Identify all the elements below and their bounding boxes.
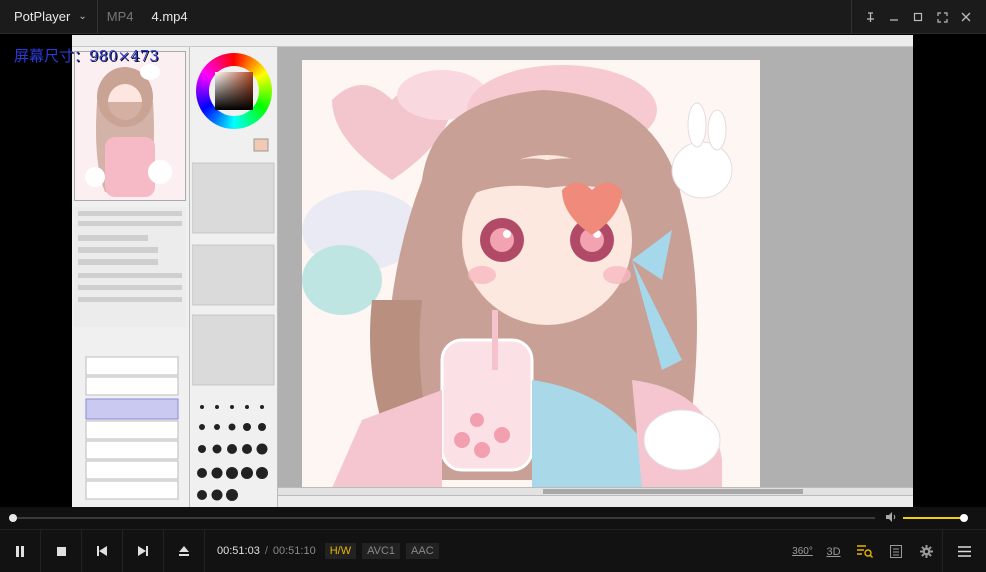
playlist-button[interactable] — [880, 530, 911, 572]
title-bar: PotPlayer ⌄ MP4 4.mp4 — [0, 0, 986, 34]
video-illustration — [302, 60, 760, 488]
video-app-navigator-thumbnail — [74, 51, 186, 201]
seek-bar-area — [0, 507, 986, 529]
pause-icon — [16, 545, 24, 557]
screen-size-overlay: 屏幕尺寸：980×473 — [14, 47, 159, 65]
seek-bar[interactable] — [13, 517, 875, 519]
vr360-button[interactable]: 360° — [787, 530, 818, 572]
seek-handle[interactable] — [9, 514, 17, 522]
document-list-icon — [889, 545, 902, 558]
control-bar: 00:51:03 / 00:51:10 H/W AVC1 AAC 360° 3D — [0, 529, 986, 572]
previous-button[interactable] — [82, 529, 123, 572]
playlist-search-button[interactable] — [849, 530, 880, 572]
window-controls — [851, 0, 986, 34]
fullscreen-icon[interactable] — [930, 0, 954, 34]
video-app-menubar — [72, 35, 913, 47]
video-app-color-square — [215, 72, 253, 110]
app-menu-button[interactable]: PotPlayer ⌄ — [0, 0, 87, 33]
stop-button[interactable] — [41, 529, 82, 572]
eject-button[interactable] — [164, 529, 205, 572]
skip-next-icon — [138, 546, 148, 556]
time-separator: / — [264, 545, 268, 557]
total-time[interactable]: 00:51:10 — [273, 545, 316, 557]
volume-slider[interactable] — [903, 517, 967, 519]
hardware-decoding-badge[interactable]: H/W — [324, 543, 357, 559]
video-app-statusbar — [278, 495, 913, 507]
file-format-label: MP4 — [106, 9, 134, 24]
volume-icon[interactable] — [885, 511, 897, 526]
settings-button[interactable] — [911, 530, 942, 572]
close-icon[interactable] — [954, 0, 978, 34]
pause-button[interactable] — [0, 529, 41, 572]
minimize-icon[interactable] — [882, 0, 906, 34]
3d-button[interactable]: 3D — [818, 530, 849, 572]
chevron-down-icon: ⌄ — [78, 11, 87, 22]
vr360-label: 360° — [792, 546, 813, 557]
gear-icon — [920, 545, 933, 558]
right-controls: 360° 3D — [787, 530, 986, 572]
video-app-left-panel — [72, 47, 190, 507]
3d-label: 3D — [826, 545, 841, 558]
file-name: 4.mp4 — [151, 9, 188, 24]
audio-codec-badge[interactable]: AAC — [406, 543, 439, 559]
main-menu-button[interactable] — [942, 530, 986, 572]
app-name: PotPlayer — [14, 9, 71, 24]
current-time[interactable]: 00:51:03 — [217, 545, 260, 557]
video-app-scrollbar — [278, 487, 913, 495]
eject-icon — [179, 546, 189, 556]
skip-previous-icon — [97, 546, 107, 556]
video-codec-badge[interactable]: AVC1 — [362, 543, 401, 559]
stop-icon — [56, 546, 66, 556]
hamburger-icon — [958, 546, 971, 557]
volume-handle[interactable] — [960, 514, 968, 522]
video-area[interactable]: 屏幕尺寸：980×473 — [0, 35, 986, 507]
video-app-tools-panel — [190, 47, 278, 507]
video-frame — [72, 35, 913, 507]
pin-icon[interactable] — [858, 0, 882, 34]
window-controls-separator — [851, 0, 852, 34]
list-search-icon — [856, 545, 873, 558]
next-button[interactable] — [123, 529, 164, 572]
maximize-icon[interactable] — [906, 0, 930, 34]
